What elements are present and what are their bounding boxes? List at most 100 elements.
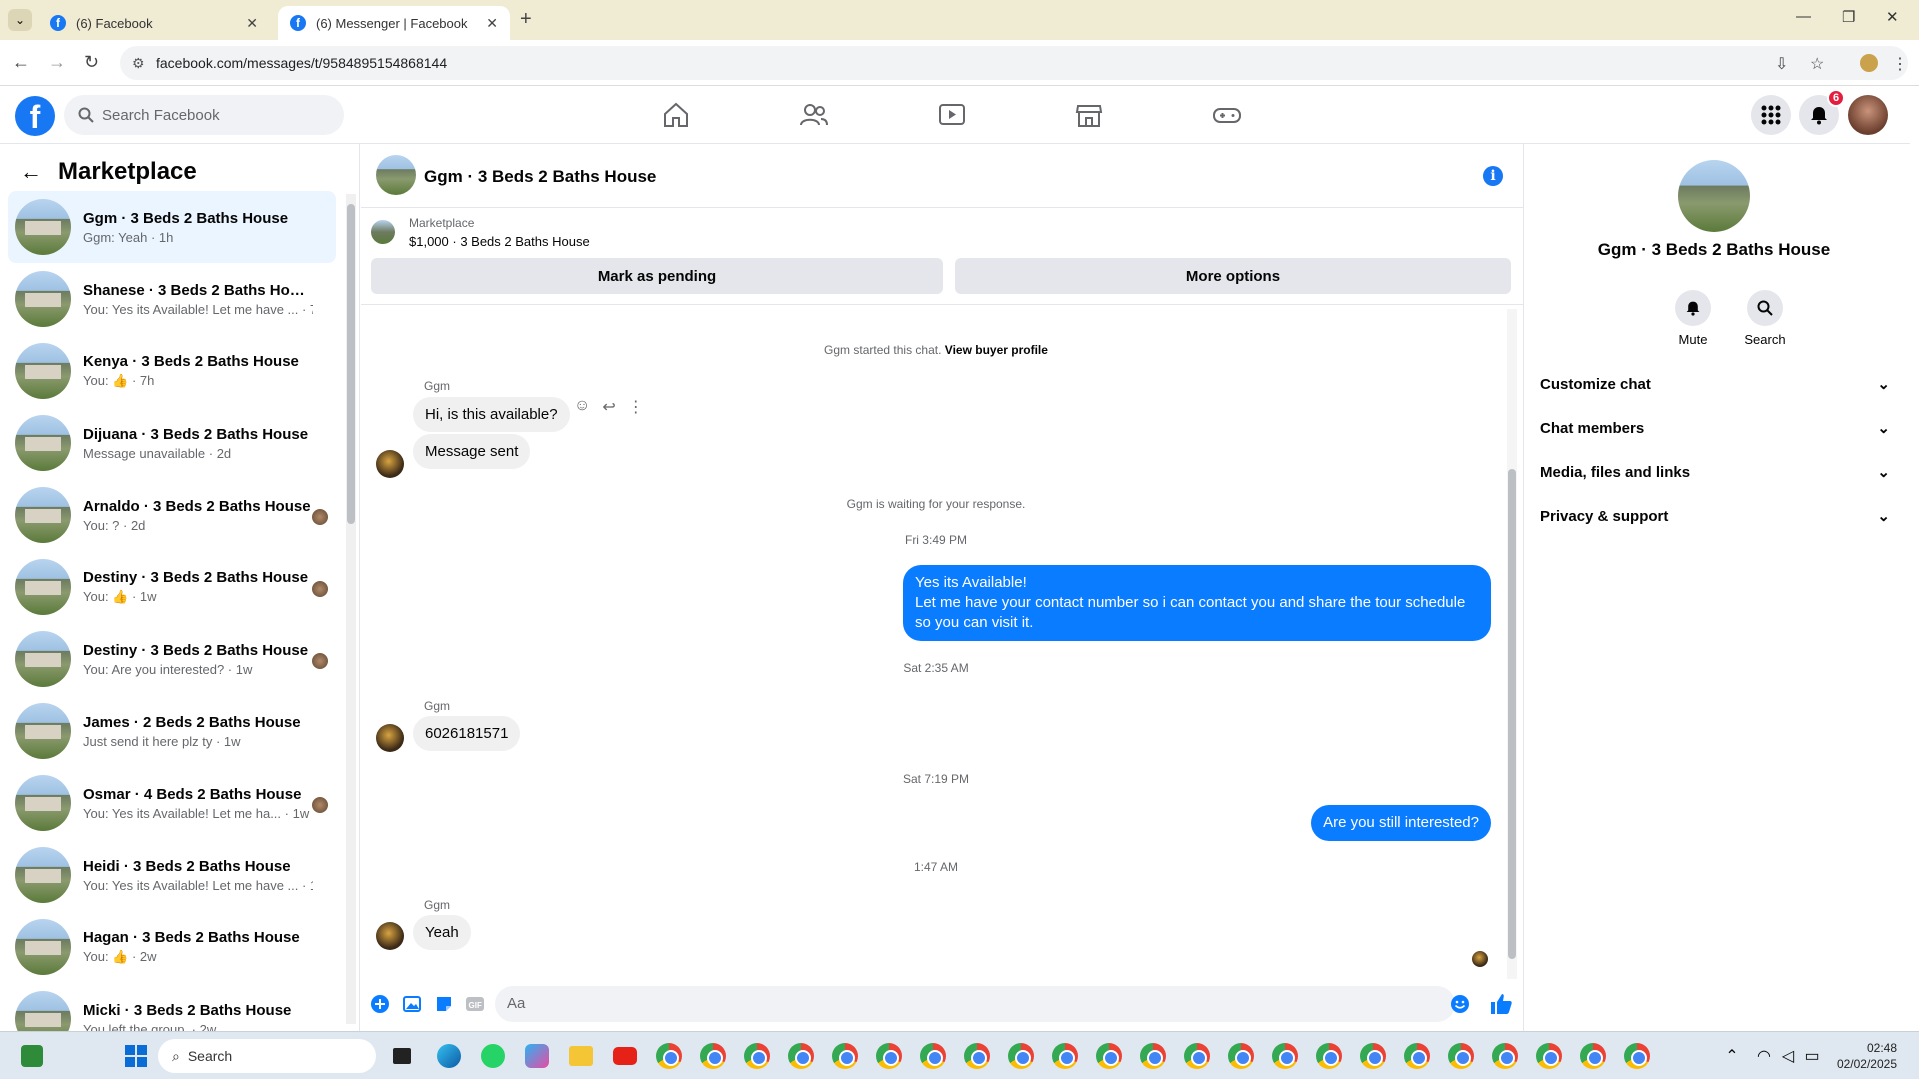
tray-overflow-icon[interactable]: ⌃ xyxy=(1716,1040,1748,1072)
chrome-icon[interactable] xyxy=(697,1040,729,1072)
close-window-icon[interactable]: ✕ xyxy=(1886,8,1899,26)
widgets-icon[interactable] xyxy=(16,1040,48,1072)
facebook-search-input[interactable]: Search Facebook xyxy=(64,95,344,135)
chrome-icon[interactable] xyxy=(1533,1040,1565,1072)
chat-scrollbar[interactable] xyxy=(1507,309,1517,979)
chrome-icon[interactable] xyxy=(1137,1040,1169,1072)
gaming-icon[interactable] xyxy=(1212,100,1242,130)
incoming-message[interactable]: Message sent xyxy=(413,434,531,469)
privacy-support-section[interactable]: Privacy & support ⌄ xyxy=(1540,498,1890,534)
conversation-item[interactable]: Osmar · 4 Beds 2 Baths House You: Yes its… xyxy=(8,767,336,839)
conversation-item[interactable]: Shanese · 3 Beds 2 Baths House You: Yes i… xyxy=(8,263,336,335)
sticker-icon[interactable] xyxy=(434,994,454,1014)
chrome-icon[interactable] xyxy=(1445,1040,1477,1072)
taskbar-search[interactable]: ⌕ Search xyxy=(158,1039,376,1073)
chrome-icon[interactable] xyxy=(741,1040,773,1072)
menu-grid-icon[interactable] xyxy=(1751,95,1791,135)
marketplace-icon[interactable] xyxy=(1074,100,1104,130)
chrome-icon[interactable] xyxy=(1313,1040,1345,1072)
gif-icon[interactable]: GIF xyxy=(465,994,485,1014)
conversation-item[interactable]: James · 2 Beds 2 Baths House Just send it… xyxy=(8,695,336,767)
mark-as-pending-button[interactable]: Mark as pending xyxy=(371,258,943,294)
close-tab-icon[interactable]: ✕ xyxy=(486,15,498,32)
chrome-icon[interactable] xyxy=(1181,1040,1213,1072)
incoming-message[interactable]: 6026181571 xyxy=(413,716,521,751)
outgoing-message[interactable]: Yes its Available! Let me have your cont… xyxy=(903,565,1491,641)
conversation-item[interactable]: Arnaldo · 3 Beds 2 Baths House You: ? · 2… xyxy=(8,479,336,551)
copilot-icon[interactable] xyxy=(521,1040,553,1072)
back-arrow-icon[interactable]: ← xyxy=(20,159,42,185)
chrome-icon[interactable] xyxy=(1357,1040,1389,1072)
reload-icon[interactable]: ↻ xyxy=(84,52,99,73)
outgoing-message[interactable]: Are you still interested? xyxy=(1311,805,1491,841)
facebook-logo-icon[interactable]: f xyxy=(15,96,55,136)
video-icon[interactable] xyxy=(937,100,967,130)
url-field[interactable]: ⚙ facebook.com/messages/t/95848951548681… xyxy=(120,46,1908,80)
thumbs-up-icon[interactable] xyxy=(1489,992,1513,1016)
scrollbar-thumb[interactable] xyxy=(1508,469,1516,959)
message-input[interactable]: Aa xyxy=(495,986,1455,1022)
incoming-message[interactable]: Yeah xyxy=(413,915,471,950)
more-options-button[interactable]: More options xyxy=(955,258,1511,294)
incoming-message[interactable]: Hi, is this available? xyxy=(413,397,570,432)
conversation-item[interactable]: Hagan · 3 Beds 2 Baths House You: 👍 · 2w xyxy=(8,911,336,983)
system-clock[interactable]: 02:48 02/02/2025 xyxy=(1837,1040,1897,1072)
youtube-icon[interactable] xyxy=(609,1040,641,1072)
bookmark-star-icon[interactable]: ☆ xyxy=(1810,54,1824,74)
close-tab-icon[interactable]: ✕ xyxy=(246,15,258,32)
chat-members-section[interactable]: Chat members ⌄ xyxy=(1540,410,1890,446)
battery-icon[interactable]: ▭ xyxy=(1796,1040,1828,1072)
emoji-icon[interactable] xyxy=(1450,994,1470,1014)
account-avatar[interactable] xyxy=(1848,95,1888,135)
conversation-item[interactable]: Destiny · 3 Beds 2 Baths House You: Are y… xyxy=(8,623,336,695)
chat-avatar[interactable] xyxy=(376,155,416,195)
view-buyer-profile-link[interactable]: View buyer profile xyxy=(945,343,1048,357)
browser-menu-icon[interactable]: ⋮ xyxy=(1892,54,1908,74)
chrome-icon[interactable] xyxy=(653,1040,685,1072)
back-icon[interactable]: ← xyxy=(12,52,30,73)
friends-icon[interactable] xyxy=(799,100,829,130)
site-info-icon[interactable]: ⚙ xyxy=(132,55,145,72)
chrome-icon[interactable] xyxy=(1489,1040,1521,1072)
home-icon[interactable] xyxy=(661,100,691,130)
edge-icon[interactable] xyxy=(433,1040,465,1072)
scrollbar-thumb[interactable] xyxy=(347,204,355,524)
conversation-scrollbar[interactable] xyxy=(346,194,356,1024)
file-explorer-icon[interactable] xyxy=(565,1040,597,1072)
mute-button[interactable]: Mute xyxy=(1663,290,1723,347)
photo-icon[interactable] xyxy=(402,994,422,1014)
restore-icon[interactable]: ❐ xyxy=(1842,8,1855,26)
search-in-chat-button[interactable]: Search xyxy=(1735,290,1795,347)
plus-circle-icon[interactable] xyxy=(370,994,390,1014)
notifications-button[interactable]: 6 xyxy=(1799,89,1845,135)
chrome-icon[interactable] xyxy=(1269,1040,1301,1072)
listing-price-title[interactable]: $1,000 · 3 Beds 2 Baths House xyxy=(409,234,590,249)
chrome-icon[interactable] xyxy=(873,1040,905,1072)
start-icon[interactable] xyxy=(120,1040,152,1072)
install-app-icon[interactable]: ⇩ xyxy=(1775,54,1788,74)
chrome-icon[interactable] xyxy=(917,1040,949,1072)
conversation-item[interactable]: Kenya · 3 Beds 2 Baths House You: 👍 · 7h xyxy=(8,335,336,407)
minimize-icon[interactable]: — xyxy=(1796,8,1811,25)
chrome-icon[interactable] xyxy=(961,1040,993,1072)
chrome-icon-active[interactable] xyxy=(1621,1040,1653,1072)
chrome-icon[interactable] xyxy=(1577,1040,1609,1072)
tab-search-button[interactable]: ⌄ xyxy=(8,9,32,31)
chrome-icon[interactable] xyxy=(1225,1040,1257,1072)
chrome-icon[interactable] xyxy=(1049,1040,1081,1072)
task-view-icon[interactable] xyxy=(386,1040,418,1072)
profile-icon[interactable] xyxy=(1860,54,1878,72)
browser-tab-active[interactable]: f (6) Messenger | Facebook ✕ xyxy=(278,6,510,40)
conversation-item[interactable]: Heidi · 3 Beds 2 Baths House You: Yes its… xyxy=(8,839,336,911)
new-tab-button[interactable]: + xyxy=(520,8,532,31)
conversation-item[interactable]: Micki · 3 Beds 2 Baths House You left the… xyxy=(8,983,336,1031)
chrome-icon[interactable] xyxy=(1401,1040,1433,1072)
chrome-icon[interactable] xyxy=(785,1040,817,1072)
chrome-icon[interactable] xyxy=(1093,1040,1125,1072)
more-actions-icon[interactable]: ⋮ xyxy=(628,397,644,417)
browser-tab[interactable]: f (6) Facebook ✕ xyxy=(38,6,270,40)
react-emoji-icon[interactable]: ☺ xyxy=(574,397,590,417)
whatsapp-icon[interactable] xyxy=(477,1040,509,1072)
chrome-icon[interactable] xyxy=(1005,1040,1037,1072)
conversation-item[interactable]: Destiny · 3 Beds 2 Baths House You: 👍 · 1… xyxy=(8,551,336,623)
